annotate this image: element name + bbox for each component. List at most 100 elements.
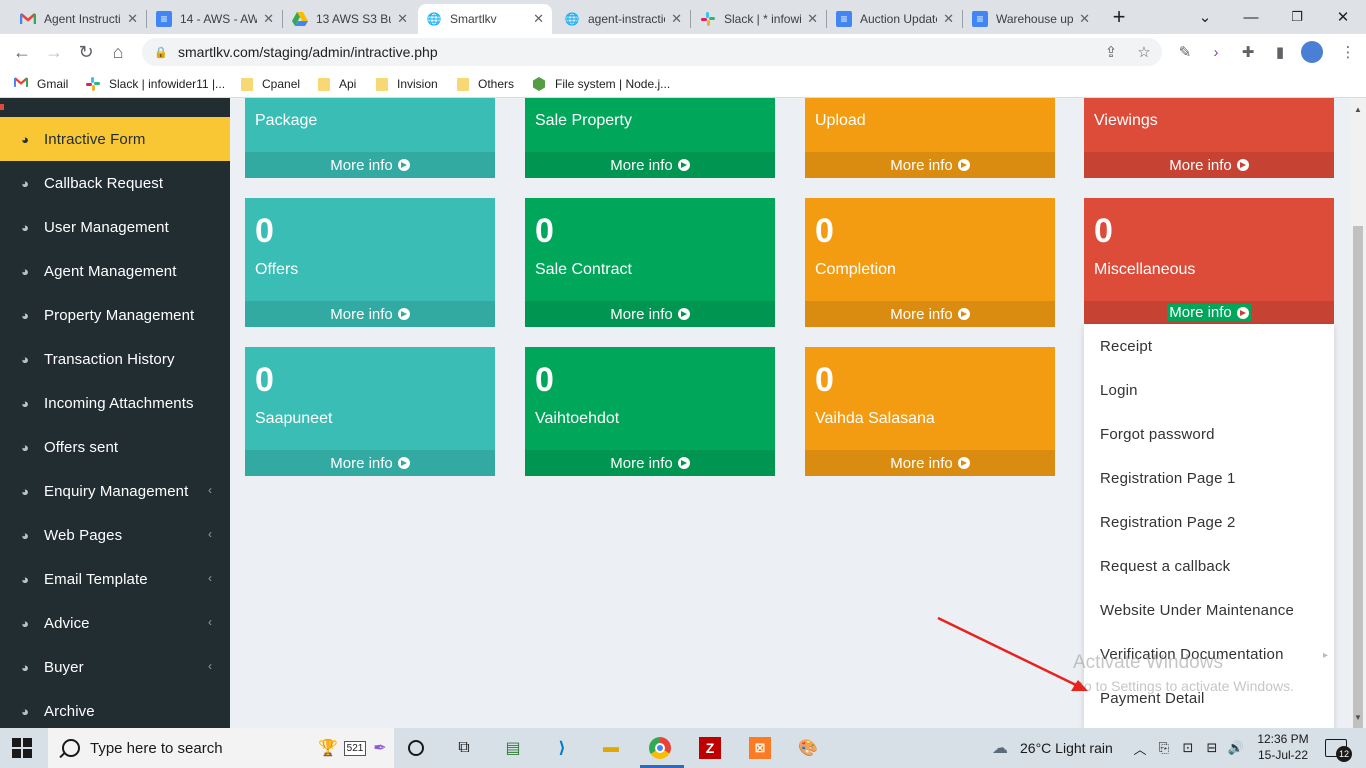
sidebar-item-enquiry-management[interactable]: ◕ Enquiry Management ‹: [0, 469, 230, 513]
menu-item-registration-page-1[interactable]: Registration Page 1: [1100, 470, 1236, 487]
more-info-link[interactable]: More info: [805, 301, 1055, 327]
puzzle-icon[interactable]: ✚: [1236, 40, 1260, 64]
share-icon[interactable]: ⇪: [1101, 42, 1121, 62]
bookmark-slack[interactable]: Slack | infowider11 |...: [86, 75, 225, 93]
reload-button[interactable]: ↻: [74, 40, 98, 64]
profile-avatar-icon[interactable]: [1300, 40, 1324, 64]
paint-icon[interactable]: 🎨: [794, 734, 822, 762]
close-window-button[interactable]: ✕: [1320, 4, 1366, 30]
chrome-icon[interactable]: [646, 734, 674, 762]
menu-item-registration-page-2[interactable]: Registration Page 2: [1100, 514, 1236, 531]
tab-search-icon[interactable]: ⌄: [1182, 4, 1228, 30]
task-view-icon[interactable]: ⧉: [450, 734, 478, 762]
more-info-link[interactable]: More info: [1084, 301, 1334, 324]
tab-warehouse-updates[interactable]: ≡ Warehouse updates ✕: [964, 4, 1098, 34]
sidebar-item-transaction-history[interactable]: ◕ Transaction History: [0, 337, 230, 381]
sidebar-item-archive[interactable]: ◕ Archive: [0, 689, 230, 728]
tab-aws-14[interactable]: ≡ 14 - AWS - AWS ✕: [148, 4, 282, 34]
tab-auction-updates[interactable]: ≡ Auction Updates ✕: [828, 4, 962, 34]
more-info-link[interactable]: More info: [245, 450, 495, 476]
dashboard-icon: ◕: [21, 263, 29, 279]
tab-agent-instructions[interactable]: Agent Instructions ✕: [12, 4, 146, 34]
more-info-link[interactable]: More info: [525, 450, 775, 476]
system-clock[interactable]: 12:36 PM 15-Jul-22: [1253, 731, 1313, 763]
info-box-count: 0: [255, 212, 274, 250]
chevron-left-icon: ‹: [208, 527, 212, 541]
tab-slack[interactable]: Slack | * infowider ✕: [692, 4, 826, 34]
close-icon[interactable]: ✕: [127, 11, 138, 27]
windows-start-icon[interactable]: [12, 738, 32, 758]
close-icon[interactable]: ✕: [671, 11, 682, 27]
cortana-icon[interactable]: [402, 734, 430, 762]
xampp-icon[interactable]: ⊠: [746, 734, 774, 762]
scroll-thumb[interactable]: [1353, 226, 1363, 742]
close-icon[interactable]: ✕: [807, 11, 818, 27]
sidebar-item-callback-request[interactable]: ◕ Callback Request: [0, 161, 230, 205]
home-button[interactable]: ⌂: [106, 40, 130, 64]
tab-aws-s3[interactable]: 13 AWS S3 Bucket ✕: [284, 4, 416, 34]
more-info-link[interactable]: More info: [1084, 152, 1334, 178]
menu-item-receipt[interactable]: Receipt: [1100, 338, 1152, 355]
sidebar-item-incoming-attachments[interactable]: ◕ Incoming Attachments: [0, 381, 230, 425]
menu-item-login[interactable]: Login: [1100, 382, 1138, 399]
menu-item-website-under-maintenance[interactable]: Website Under Maintenance: [1100, 602, 1294, 619]
more-info-link[interactable]: More info: [525, 301, 775, 327]
address-url: smartlkv.com/staging/admin/intractive.ph…: [178, 44, 438, 60]
address-bar[interactable]: 🔒 smartlkv.com/staging/admin/intractive.…: [142, 38, 1162, 66]
sidebar-item-advice[interactable]: ◕ Advice ‹: [0, 601, 230, 645]
sidebar-item-email-template[interactable]: ◕ Email Template ‹: [0, 557, 230, 601]
notification-icon[interactable]: 12: [1322, 734, 1352, 762]
more-info-link[interactable]: More info: [245, 301, 495, 327]
weather-text[interactable]: 26°C Light rain: [1020, 740, 1113, 756]
more-info-link[interactable]: More info: [805, 152, 1055, 178]
close-icon[interactable]: ✕: [1079, 11, 1090, 27]
sidebar-item-agent-management[interactable]: ◕ Agent Management: [0, 249, 230, 293]
sidebar-item-property-management[interactable]: ◕ Property Management: [0, 293, 230, 337]
scroll-up-icon[interactable]: ▲: [1354, 106, 1362, 114]
sidebar-item-buyer[interactable]: ◕ Buyer ‹: [0, 645, 230, 689]
tab-agent-instraction[interactable]: 🌐 agent-instraction ✕: [556, 4, 690, 34]
vscode-icon[interactable]: ⟩: [548, 734, 576, 762]
sheets-app-icon[interactable]: ▤: [499, 734, 527, 762]
menu-item-request-a-callback[interactable]: Request a callback: [1100, 558, 1230, 575]
sidebar-item-web-pages[interactable]: ◕ Web Pages ‹: [0, 513, 230, 557]
close-icon[interactable]: ✕: [533, 11, 544, 27]
page-scrollbar[interactable]: ▲ ▼: [1350, 98, 1366, 742]
bookmark-api[interactable]: Api: [318, 75, 356, 93]
bookmark-invision[interactable]: Invision: [376, 75, 438, 93]
sidebar-item-intractive-form[interactable]: ◕ Intractive Form: [0, 117, 230, 161]
more-info-link[interactable]: More info: [245, 152, 495, 178]
minimize-button[interactable]: —: [1228, 4, 1274, 30]
more-info-link[interactable]: More info: [525, 152, 775, 178]
sidebar-item-label: Advice: [44, 614, 90, 632]
close-icon[interactable]: ✕: [263, 11, 274, 27]
restore-button[interactable]: ❐: [1274, 4, 1320, 30]
eyedropper-icon[interactable]: ✎: [1173, 40, 1197, 64]
file-explorer-icon[interactable]: ▬: [597, 734, 625, 762]
sidebar-item-user-management[interactable]: ◕ User Management: [0, 205, 230, 249]
new-tab-button[interactable]: +: [1098, 4, 1140, 30]
close-icon[interactable]: ✕: [943, 11, 954, 27]
back-button[interactable]: ←: [10, 40, 34, 64]
bookmark-cpanel[interactable]: Cpanel: [241, 75, 300, 93]
side-panel-icon[interactable]: ▮: [1268, 40, 1292, 64]
forward-button[interactable]: →: [42, 40, 66, 64]
menu-item-forgot-password[interactable]: Forgot password: [1100, 426, 1215, 443]
bookmark-nodejs[interactable]: File system | Node.j...: [532, 75, 670, 93]
scroll-down-icon[interactable]: ▼: [1354, 714, 1362, 722]
sidebar-item-label: Incoming Attachments: [44, 394, 194, 412]
sidebar-item-offers-sent[interactable]: ◕ Offers sent: [0, 425, 230, 469]
close-icon[interactable]: ✕: [397, 11, 408, 27]
clock-time: 12:36 PM: [1257, 732, 1309, 746]
filezilla-icon[interactable]: Z: [696, 734, 724, 762]
bookmark-others[interactable]: Others: [457, 75, 514, 93]
bookmark-star-icon[interactable]: ☆: [1134, 42, 1154, 62]
extension-arrow-icon[interactable]: ›: [1204, 40, 1228, 64]
info-box-title: Sale Property: [535, 112, 632, 129]
menu-kebab-icon[interactable]: ⋮: [1336, 40, 1360, 64]
more-info-link[interactable]: More info: [805, 450, 1055, 476]
tab-smartlkv[interactable]: 🌐 Smartlkv ✕: [418, 4, 552, 34]
dashboard-icon: ◕: [21, 571, 29, 587]
bookmark-gmail[interactable]: Gmail: [13, 75, 68, 93]
volume-icon[interactable]: 🔊: [1222, 734, 1250, 762]
